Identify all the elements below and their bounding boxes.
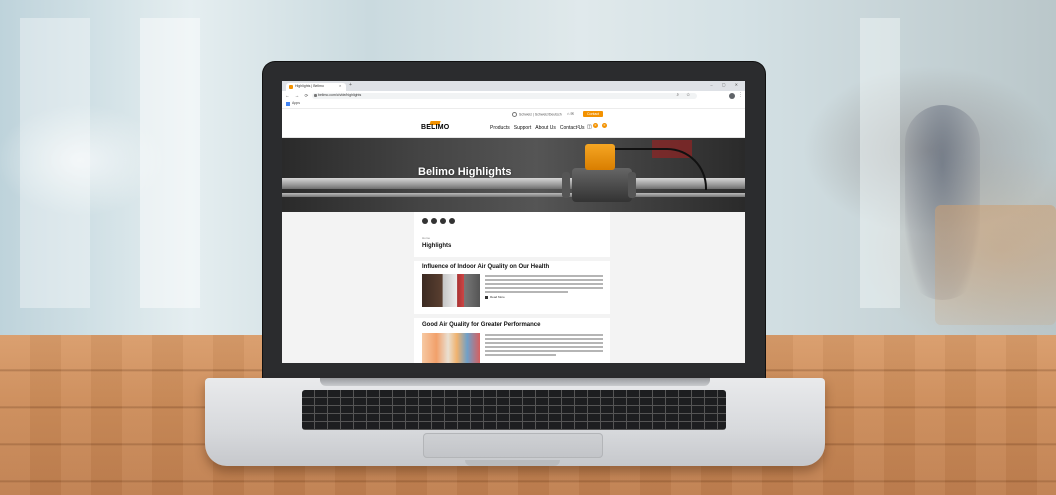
browser-tab[interactable]: Highlights | Belimo × — [286, 83, 346, 91]
content-column: Home Highlights Influence of Indoor Air … — [414, 212, 610, 363]
address-bar-icons[interactable]: ⌕ ☆ — [677, 92, 693, 97]
search-icon[interactable]: ⌕ — [577, 124, 580, 130]
nav-products[interactable]: Products — [490, 125, 510, 131]
globe-icon — [512, 112, 517, 117]
hero-flange — [562, 172, 570, 198]
arrow-icon — [485, 295, 488, 299]
belimo-page: Schweiz | Schweiz/Deutsch ⌂ ✉ Contact BE… — [282, 109, 745, 363]
apps-icon[interactable] — [286, 102, 290, 106]
article-excerpt — [485, 275, 603, 295]
breadcrumb[interactable]: Home — [422, 236, 430, 240]
profile-avatar-icon[interactable] — [729, 93, 735, 99]
laptop-notch — [465, 460, 560, 466]
background-window — [860, 18, 900, 308]
hero-cable — [615, 148, 707, 190]
hero-pipe-lower — [282, 193, 745, 197]
tab-title: Highlights | Belimo — [295, 84, 324, 88]
laptop-keyboard — [302, 390, 726, 430]
article-title[interactable]: Influence of Indoor Air Quality on Our H… — [422, 264, 549, 270]
favicon-icon — [289, 85, 293, 89]
nav-about-us[interactable]: About Us — [535, 125, 556, 131]
facebook-icon[interactable] — [422, 218, 428, 224]
browser-menu-icon[interactable]: ⋮ — [738, 92, 743, 98]
url-text: belimo.com/ch/de/highlights — [318, 93, 362, 97]
hero-actuator — [585, 144, 615, 170]
bookmarks-bar: Apps — [282, 101, 745, 109]
close-tab-icon[interactable]: × — [339, 83, 341, 88]
linkedin-icon[interactable] — [440, 218, 446, 224]
laptop-hinge — [320, 378, 710, 386]
user-badge: 0 — [602, 123, 607, 128]
read-more-label: Read More — [490, 295, 505, 299]
region-label: Schweiz | Schweiz/Deutsch — [519, 112, 562, 117]
contact-button[interactable]: Contact — [583, 111, 603, 117]
address-bar[interactable]: belimo.com/ch/de/highlights ⌕ ☆ — [312, 92, 697, 99]
twitter-icon[interactable] — [431, 218, 437, 224]
read-more-link[interactable]: Read More — [485, 295, 505, 299]
apps-bookmark[interactable]: Apps — [292, 101, 300, 105]
belimo-logo[interactable]: BELIMO — [421, 124, 449, 131]
new-tab-button[interactable]: + — [349, 82, 352, 88]
laptop-screen: Highlights | Belimo × + – ▢ ✕ ← → ⟳ ⌂ be… — [282, 81, 745, 363]
window-controls[interactable]: – ▢ ✕ — [710, 82, 742, 87]
article-title[interactable]: Good Air Quality for Greater Performance — [422, 322, 540, 328]
section-divider — [414, 314, 610, 318]
cart-badge: 0 — [593, 123, 598, 128]
section-divider — [414, 257, 610, 261]
page-title: Highlights — [422, 243, 452, 249]
laptop-trackpad — [423, 433, 603, 458]
article-excerpt — [485, 334, 603, 358]
browser-tab-bar: Highlights | Belimo × + – ▢ ✕ — [282, 81, 745, 91]
lock-icon — [314, 94, 317, 97]
nav-contact-us[interactable]: Contact Us — [560, 125, 585, 131]
background-table — [935, 205, 1056, 325]
background-window — [140, 18, 200, 308]
nav-support[interactable]: Support — [514, 125, 532, 131]
hero-banner: Belimo Highlights — [282, 138, 745, 212]
social-share-icons — [422, 218, 458, 236]
background-window — [20, 18, 90, 308]
cart-icon[interactable]: ◫ — [587, 124, 592, 130]
article-thumbnail[interactable] — [422, 274, 480, 307]
site-header: BELIMO Products Support About Us Contact Us… — [282, 120, 745, 138]
region-selector[interactable]: Schweiz | Schweiz/Deutsch — [512, 112, 562, 117]
hero-title: Belimo Highlights — [418, 166, 512, 178]
main-nav: Products Support About Us Contact Us — [490, 125, 589, 131]
email-icon[interactable] — [449, 218, 455, 224]
utility-icons[interactable]: ⌂ ✉ — [567, 111, 574, 116]
article-thumbnail[interactable] — [422, 333, 480, 363]
